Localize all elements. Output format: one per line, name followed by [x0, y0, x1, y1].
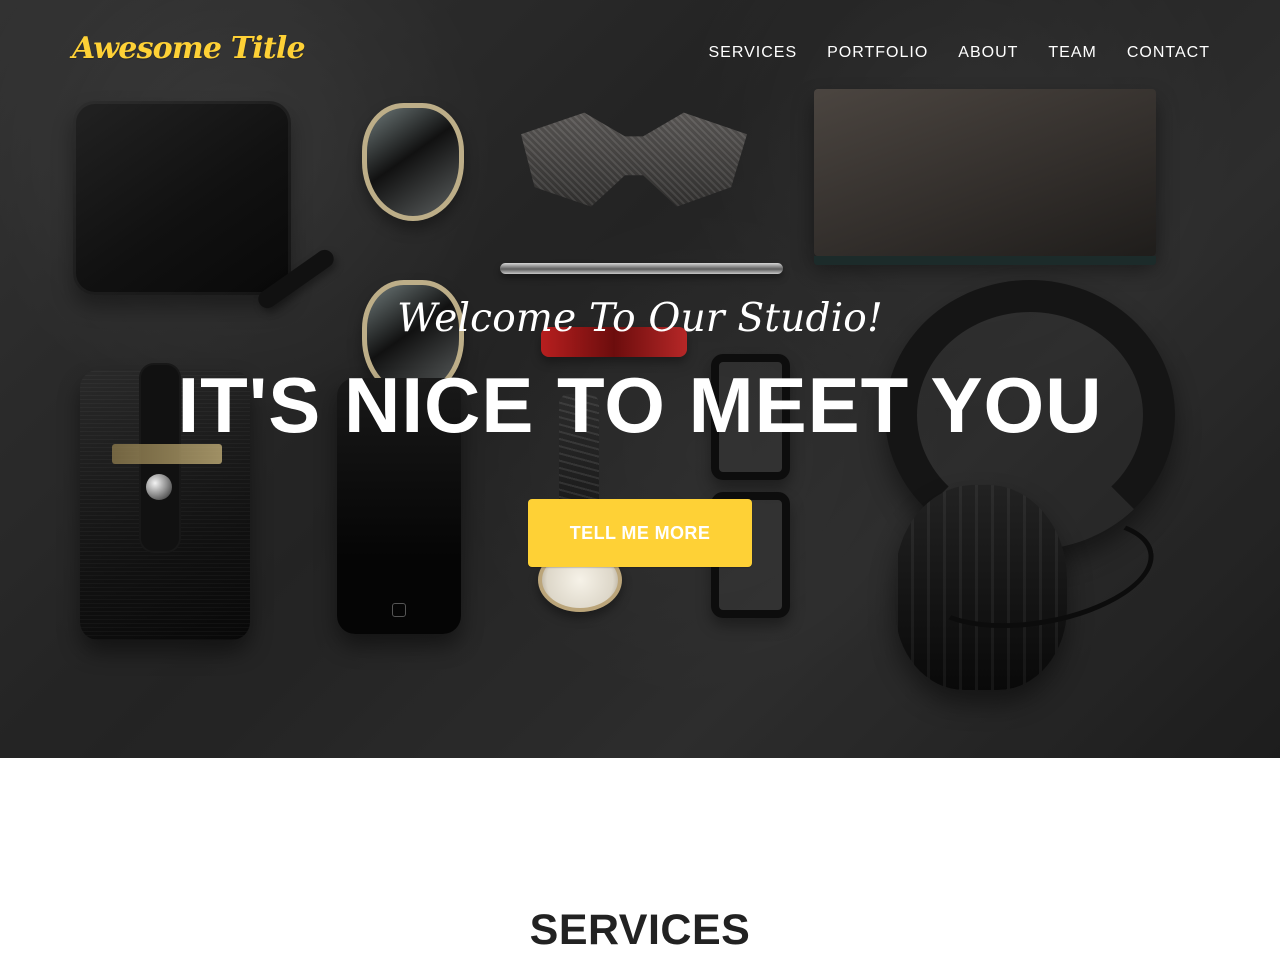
main-navigation: SERVICES PORTFOLIO ABOUT TEAM CONTACT — [708, 44, 1210, 62]
brand-logo-link[interactable]: Awesome Title — [72, 31, 306, 66]
hero-heading: IT'S NICE TO MEET YOU — [177, 361, 1103, 449]
sunglasses-lens-top — [362, 103, 464, 221]
site-header: Awesome Title SERVICES PORTFOLIO ABOUT T… — [0, 0, 1280, 110]
hero-content: Welcome To Our Studio! IT'S NICE TO MEET… — [0, 290, 1280, 567]
tell-me-more-button[interactable]: TELL ME MORE — [528, 499, 752, 567]
nav-team-link[interactable]: TEAM — [1048, 44, 1096, 62]
hero-section: Awesome Title SERVICES PORTFOLIO ABOUT T… — [0, 0, 1280, 758]
nav-contact-link[interactable]: CONTACT — [1127, 44, 1210, 62]
hero-subheading: Welcome To Our Studio! — [397, 296, 883, 341]
notebook-image-element — [814, 89, 1156, 265]
nav-about-link[interactable]: ABOUT — [958, 44, 1018, 62]
nav-services-link[interactable]: SERVICES — [708, 44, 797, 62]
pen-image-element — [500, 263, 783, 274]
bowtie-image-element — [521, 112, 747, 207]
services-heading: SERVICES — [529, 906, 751, 954]
services-section: SERVICES — [0, 758, 1280, 960]
nav-portfolio-link[interactable]: PORTFOLIO — [827, 44, 928, 62]
wallet-image-element — [73, 101, 291, 295]
